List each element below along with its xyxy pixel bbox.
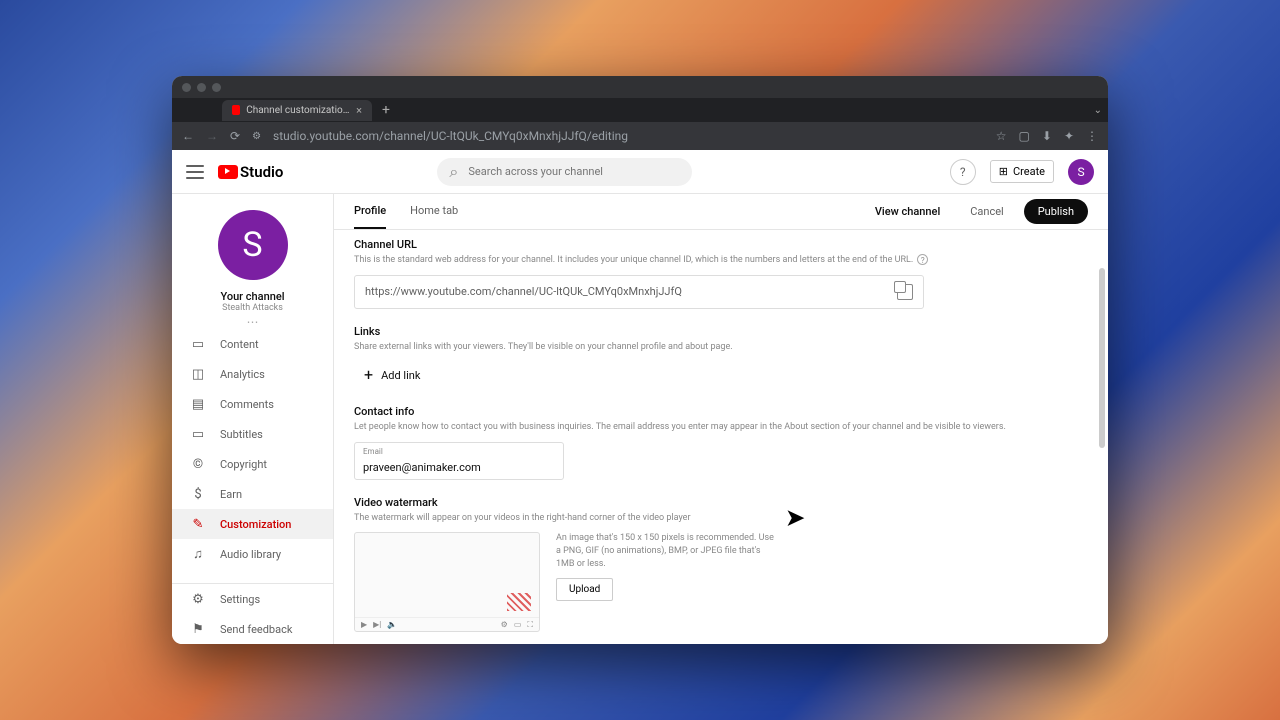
- contact-heading: Contact info: [354, 405, 1088, 418]
- back-icon[interactable]: ←: [182, 129, 194, 143]
- tab-title: Channel customization - You: [246, 105, 350, 116]
- tabs-dropdown-icon[interactable]: ⌄: [1094, 105, 1102, 116]
- help-circle-icon[interactable]: ?: [917, 254, 928, 265]
- main-content: Channel URL This is the standard web add…: [334, 230, 1108, 644]
- add-link-button[interactable]: + Add link: [354, 361, 430, 389]
- channel-url-desc: This is the standard web address for you…: [354, 254, 1088, 267]
- sidebar-item-analytics[interactable]: ◫Analytics: [172, 359, 333, 389]
- watermark-placeholder: [507, 593, 531, 611]
- channel-url-heading: Channel URL: [354, 238, 1088, 251]
- scrollbar-thumb[interactable]: [1099, 268, 1105, 448]
- browser-tabbar: Channel customization - You × + ⌄: [172, 98, 1108, 122]
- email-input[interactable]: [363, 461, 555, 474]
- comments-icon: ▤: [190, 396, 206, 412]
- watermark-desc: The watermark will appear on your videos…: [354, 512, 1088, 525]
- close-tab-icon[interactable]: ×: [356, 104, 362, 117]
- links-desc: Share external links with your viewers. …: [354, 341, 1088, 354]
- next-icon[interactable]: ▶|: [373, 620, 381, 629]
- download-icon[interactable]: ⬇: [1042, 129, 1052, 143]
- view-channel-button[interactable]: View channel: [865, 199, 950, 224]
- bookmark-star-icon[interactable]: ☆: [996, 129, 1007, 143]
- copyright-icon: ©: [190, 456, 206, 472]
- forward-icon[interactable]: →: [206, 129, 218, 143]
- publish-button[interactable]: Publish: [1024, 199, 1088, 224]
- address-bar[interactable]: studio.youtube.com/channel/UC-ltQUk_CMYq…: [273, 129, 984, 143]
- window-titlebar: [172, 76, 1108, 98]
- analytics-icon: ◫: [190, 366, 206, 382]
- sidebar-item-copyright[interactable]: ©Copyright: [172, 449, 333, 479]
- reload-icon[interactable]: ⟳: [230, 129, 240, 143]
- studio-sidebar: S Your channel Stealth Attacks ⋯ ▭Conten…: [172, 194, 334, 644]
- menu-icon[interactable]: [186, 165, 204, 179]
- search-icon: ⌕: [449, 162, 458, 182]
- email-label: Email: [363, 447, 555, 456]
- cancel-button[interactable]: Cancel: [960, 199, 1013, 224]
- browser-toolbar: ← → ⟳ ⚙ studio.youtube.com/channel/UC-lt…: [172, 122, 1108, 150]
- watermark-info: An image that's 150 x 150 pixels is reco…: [556, 532, 776, 570]
- browser-menu-icon[interactable]: ⋮: [1086, 129, 1098, 143]
- sidebar-ellipsis: ⋯: [172, 319, 333, 325]
- settings-icon[interactable]: ⚙: [501, 620, 508, 630]
- help-icon[interactable]: ?: [950, 159, 976, 185]
- customization-icon: ✎: [190, 516, 206, 532]
- sidebar-item-customization[interactable]: ✎Customization: [172, 509, 333, 539]
- site-lock-icon[interactable]: ⚙: [252, 131, 261, 142]
- subtitles-icon: ▭: [190, 426, 206, 442]
- plus-icon: +: [364, 367, 373, 383]
- content-icon: ▭: [190, 336, 206, 352]
- create-button[interactable]: ⊞ Create: [990, 160, 1054, 183]
- sidebar-item-send-feedback[interactable]: ⚑Send feedback: [172, 614, 333, 644]
- upload-button[interactable]: Upload: [556, 578, 613, 601]
- tab-home[interactable]: Home tab: [410, 194, 458, 229]
- extension1-icon[interactable]: ▢: [1019, 129, 1030, 143]
- youtube-favicon: [232, 105, 240, 115]
- sidebar-item-audio-library[interactable]: ♫Audio library: [172, 539, 333, 569]
- channel-name: Stealth Attacks: [172, 303, 333, 313]
- extensions-icon[interactable]: ✦: [1064, 129, 1074, 143]
- youtube-studio-logo[interactable]: Studio: [218, 163, 283, 181]
- tab-profile[interactable]: Profile: [354, 194, 386, 229]
- audio library-icon: ♫: [190, 546, 206, 562]
- sidebar-item-content[interactable]: ▭Content: [172, 329, 333, 359]
- video-controls: ▶ ▶| 🔈 ⚙ ▭ ⛶: [355, 617, 539, 631]
- sidebar-item-settings[interactable]: ⚙Settings: [172, 584, 333, 614]
- browser-tab[interactable]: Channel customization - You ×: [222, 100, 372, 121]
- channel-url-field: https://www.youtube.com/channel/UC-ltQUk…: [354, 275, 924, 309]
- your-channel-label: Your channel: [172, 290, 333, 303]
- channel-url-value: https://www.youtube.com/channel/UC-ltQUk…: [365, 285, 897, 298]
- fullscreen-icon[interactable]: ⛶: [527, 620, 533, 630]
- volume-icon[interactable]: 🔈: [387, 620, 397, 629]
- sidebar-item-subtitles[interactable]: ▭Subtitles: [172, 419, 333, 449]
- watermark-heading: Video watermark: [354, 496, 1088, 509]
- earn-icon: $: [190, 486, 206, 502]
- search-bar[interactable]: ⌕: [437, 158, 691, 186]
- settings-icon: ⚙: [190, 591, 206, 607]
- sidebar-item-comments[interactable]: ▤Comments: [172, 389, 333, 419]
- play-icon[interactable]: ▶: [361, 620, 367, 629]
- search-input[interactable]: [468, 165, 679, 178]
- traffic-light-close[interactable]: [182, 83, 191, 92]
- contact-desc: Let people know how to contact you with …: [354, 421, 1088, 434]
- traffic-light-min[interactable]: [197, 83, 206, 92]
- links-heading: Links: [354, 325, 1088, 338]
- new-tab-icon[interactable]: +: [382, 102, 390, 118]
- theater-icon[interactable]: ▭: [514, 620, 522, 630]
- channel-avatar[interactable]: S: [218, 210, 288, 280]
- create-plus-icon: ⊞: [999, 165, 1008, 178]
- sidebar-item-earn[interactable]: $Earn: [172, 479, 333, 509]
- email-field[interactable]: Email: [354, 442, 564, 480]
- copy-icon[interactable]: [897, 284, 913, 300]
- traffic-light-max[interactable]: [212, 83, 221, 92]
- studio-header: Studio ⌕ ? ⊞ Create S: [172, 150, 1108, 194]
- send feedback-icon: ⚑: [190, 621, 206, 637]
- youtube-icon: [218, 165, 238, 179]
- watermark-preview: ▶ ▶| 🔈 ⚙ ▭ ⛶: [354, 532, 540, 632]
- account-avatar[interactable]: S: [1068, 159, 1094, 185]
